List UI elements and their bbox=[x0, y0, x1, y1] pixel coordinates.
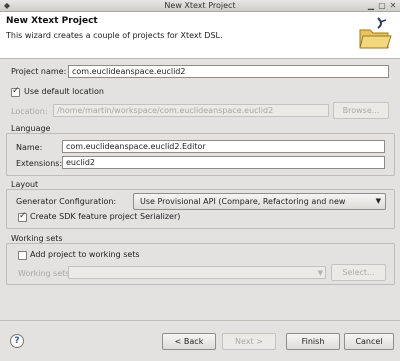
language-name-label: Name: bbox=[16, 143, 43, 152]
project-name-field[interactable]: com.euclideanspace.euclid2 bbox=[68, 65, 389, 78]
location-label: Location: bbox=[11, 107, 48, 116]
back-button[interactable]: < Back bbox=[162, 333, 216, 350]
wizard-description: This wizard creates a couple of projects… bbox=[6, 31, 223, 40]
next-button[interactable]: Next > bbox=[222, 333, 276, 350]
browse-button[interactable]: Browse... bbox=[333, 102, 389, 119]
use-default-location-checkbox[interactable] bbox=[11, 86, 20, 97]
window-title-bar: New Xtext Project ◆ ▁ ▢ ✕ bbox=[0, 0, 400, 12]
create-sdk-checkbox[interactable] bbox=[18, 211, 27, 222]
location-field[interactable]: /home/martin/workspace/com.euclideanspac… bbox=[53, 104, 329, 117]
footer-separator bbox=[0, 320, 400, 321]
language-group-label: Language bbox=[11, 124, 51, 133]
finish-button[interactable]: Finish bbox=[286, 333, 340, 350]
add-to-working-sets-checkbox[interactable] bbox=[18, 251, 27, 260]
maximize-icon[interactable]: ▢ bbox=[377, 1, 387, 11]
folder-wizard-icon bbox=[356, 16, 394, 54]
layout-group-label: Layout bbox=[11, 180, 39, 189]
working-sets-label: Working sets: bbox=[18, 269, 73, 278]
minimize-icon[interactable]: ▁ bbox=[366, 1, 376, 11]
add-to-working-sets-label: Add project to working sets bbox=[30, 250, 140, 259]
wizard-banner: New Xtext Project This wizard creates a … bbox=[0, 12, 400, 59]
working-sets-combo[interactable]: ▼ bbox=[68, 266, 326, 279]
combo-arrow-icon: ▼ bbox=[317, 269, 323, 277]
select-working-sets-button[interactable]: Select... bbox=[331, 264, 386, 281]
window-title: New Xtext Project bbox=[164, 1, 236, 10]
working-sets-group-label: Working sets bbox=[11, 234, 63, 243]
wizard-title: New Xtext Project bbox=[6, 16, 98, 26]
help-icon[interactable]: ? bbox=[10, 334, 24, 348]
close-icon[interactable]: ✕ bbox=[388, 1, 398, 11]
create-sdk-label: Create SDK feature project bbox=[30, 212, 138, 221]
use-default-location-label: Use default location bbox=[24, 87, 104, 96]
project-name-label: Project name: bbox=[11, 67, 67, 76]
window-menu-icon[interactable]: ◆ bbox=[2, 1, 12, 11]
dropdown-arrow-icon: ▼ bbox=[375, 197, 381, 205]
generator-config-dropdown[interactable]: Use Provisional API (Compare, Refactorin… bbox=[133, 193, 386, 221]
language-name-field[interactable]: com.euclideanspace.euclid2.Editor bbox=[62, 140, 385, 153]
generator-config-label: Generator Configuration: bbox=[16, 197, 117, 206]
extensions-field[interactable]: euclid2 bbox=[62, 156, 385, 169]
cancel-button[interactable]: Cancel bbox=[344, 333, 394, 350]
extensions-label: Extensions: bbox=[16, 159, 63, 168]
